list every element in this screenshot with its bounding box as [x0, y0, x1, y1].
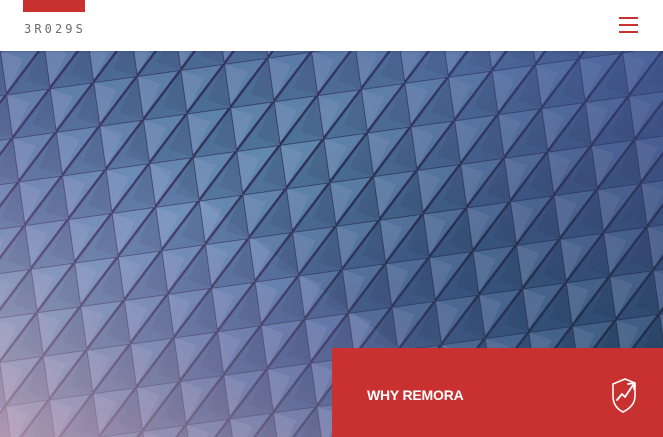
- why-remora-label: WHY REMORA: [367, 387, 464, 403]
- hamburger-menu-icon-line-2: [619, 24, 638, 26]
- logo-red-bar: [23, 0, 85, 12]
- site-header: 3R029S: [0, 0, 663, 51]
- logo-link[interactable]: 3R029S: [23, 0, 87, 44]
- menu-button[interactable]: [618, 13, 640, 35]
- page: 3R029S WHY REMORA: [0, 0, 663, 437]
- shield-trend-arrow-icon: [612, 378, 636, 413]
- hamburger-menu-icon-line-3: [619, 31, 638, 33]
- hamburger-menu-icon: [619, 17, 638, 19]
- logo-text: 3R029S: [24, 22, 86, 36]
- why-remora-button[interactable]: WHY REMORA: [332, 348, 663, 437]
